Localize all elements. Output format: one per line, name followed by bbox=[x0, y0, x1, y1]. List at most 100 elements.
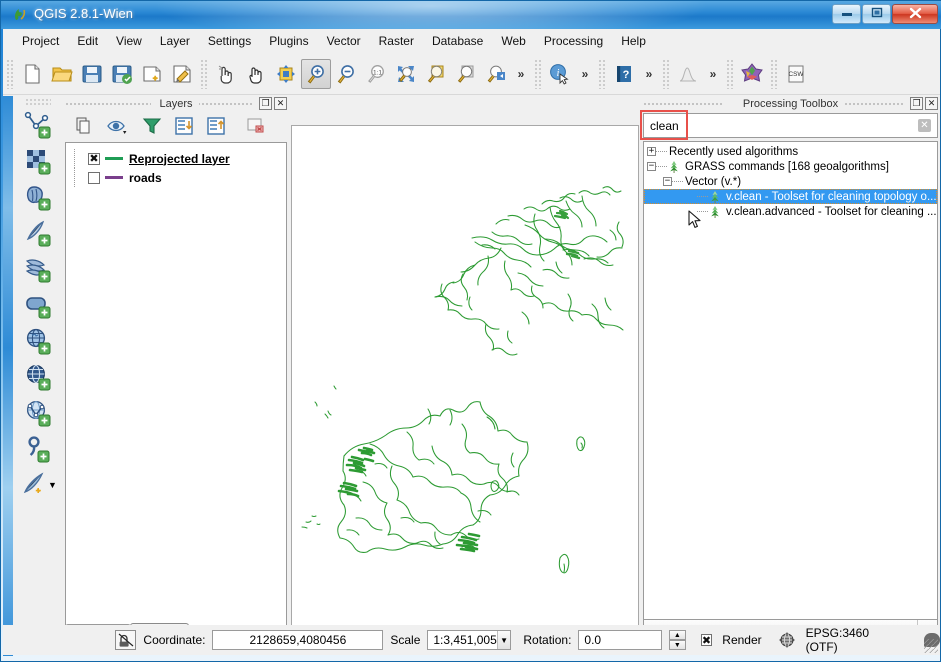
collapse-icon[interactable]: − bbox=[663, 177, 672, 186]
spinner-down-button[interactable]: ▼ bbox=[669, 640, 686, 650]
tree-item-vclean[interactable]: v.clean - Toolset for cleaning topology … bbox=[644, 189, 937, 204]
toolbar-grip[interactable] bbox=[534, 58, 542, 89]
minimize-button[interactable] bbox=[832, 4, 861, 24]
menu-plugins[interactable]: Plugins bbox=[260, 31, 317, 51]
menu-web[interactable]: Web bbox=[492, 31, 534, 51]
toolbar-overflow-1[interactable]: » bbox=[511, 59, 531, 89]
globe-icon[interactable] bbox=[779, 632, 795, 648]
toolbar-overflow-3[interactable]: » bbox=[639, 59, 659, 89]
manage-visibility-icon[interactable] bbox=[101, 113, 135, 139]
layers-tree[interactable]: ✖ Reprojected layer roads bbox=[65, 142, 287, 632]
clear-search-icon[interactable]: ✕ bbox=[918, 119, 931, 132]
histogram-icon[interactable] bbox=[673, 59, 703, 89]
pan-to-selection-icon[interactable] bbox=[271, 59, 301, 89]
menu-view[interactable]: View bbox=[107, 31, 151, 51]
menu-raster[interactable]: Raster bbox=[370, 31, 423, 51]
layer-visibility-checkbox[interactable] bbox=[88, 171, 100, 184]
new-shapefile-layer-icon[interactable]: ▼ bbox=[15, 467, 61, 503]
chevron-down-icon[interactable]: ▼ bbox=[48, 480, 57, 490]
zoom-full-icon[interactable] bbox=[391, 59, 421, 89]
new-project-icon[interactable] bbox=[17, 59, 47, 89]
layers-close-button[interactable]: ✕ bbox=[274, 97, 287, 110]
menu-project[interactable]: Project bbox=[13, 31, 68, 51]
csw-icon[interactable]: CSW bbox=[781, 59, 811, 89]
close-button[interactable] bbox=[892, 4, 938, 24]
new-print-composer-icon[interactable] bbox=[137, 59, 167, 89]
menu-layer[interactable]: Layer bbox=[151, 31, 199, 51]
expand-icon[interactable]: + bbox=[647, 147, 656, 156]
menu-processing[interactable]: Processing bbox=[535, 31, 612, 51]
toolbar-grip[interactable] bbox=[726, 58, 734, 89]
composer-manager-icon[interactable] bbox=[167, 59, 197, 89]
scale-combo[interactable]: 1:3,451,005 ▼ bbox=[427, 630, 512, 650]
toolbar-grip[interactable] bbox=[662, 58, 670, 89]
menu-settings[interactable]: Settings bbox=[199, 31, 260, 51]
map-canvas[interactable] bbox=[291, 125, 639, 652]
layer-name[interactable]: roads bbox=[129, 171, 162, 185]
add-delimited-text-layer-icon[interactable] bbox=[19, 431, 57, 467]
menu-database[interactable]: Database bbox=[423, 31, 492, 51]
toolbar-overflow-2[interactable]: » bbox=[575, 59, 595, 89]
save-project-icon[interactable] bbox=[77, 59, 107, 89]
add-mssql-layer-icon[interactable] bbox=[19, 251, 57, 287]
zoom-native-icon[interactable]: 1:1 bbox=[361, 59, 391, 89]
zoom-to-selection-icon[interactable] bbox=[421, 59, 451, 89]
add-raster-layer-icon[interactable] bbox=[19, 143, 57, 179]
processing-toolbox-titlebar[interactable]: Processing Toolbox ❐ ✕ bbox=[643, 96, 938, 112]
zoom-out-icon[interactable] bbox=[331, 59, 361, 89]
processing-search-box[interactable]: ✕ bbox=[643, 113, 938, 138]
zoom-last-icon[interactable] bbox=[481, 59, 511, 89]
maximize-button[interactable] bbox=[862, 4, 891, 24]
tree-item-recently-used[interactable]: + Recently used algorithms bbox=[644, 144, 937, 159]
add-group-icon[interactable] bbox=[69, 113, 99, 139]
rotation-spinner[interactable]: ▲ ▼ bbox=[669, 630, 686, 650]
save-project-as-icon[interactable] bbox=[107, 59, 137, 89]
zoom-in-icon[interactable] bbox=[301, 58, 331, 89]
toolbar-grip[interactable] bbox=[200, 58, 208, 89]
collapse-icon[interactable]: − bbox=[647, 162, 656, 171]
tree-item-vector[interactable]: − Vector (v.*) bbox=[644, 174, 937, 189]
toolbar-overflow-4[interactable]: » bbox=[703, 59, 723, 89]
menu-edit[interactable]: Edit bbox=[68, 31, 107, 51]
touch-zoom-icon[interactable] bbox=[211, 59, 241, 89]
filter-legend-icon[interactable] bbox=[137, 113, 167, 139]
algorithms-tree[interactable]: + Recently used algorithms − GRASS comma… bbox=[643, 141, 938, 633]
menu-help[interactable]: Help bbox=[612, 31, 655, 51]
processing-undock-button[interactable]: ❐ bbox=[910, 97, 923, 110]
toolbar-grip[interactable] bbox=[598, 58, 606, 89]
spinner-up-button[interactable]: ▲ bbox=[669, 630, 686, 640]
processing-close-button[interactable]: ✕ bbox=[925, 97, 938, 110]
crs-label[interactable]: EPSG:3460 (OTF) bbox=[806, 626, 902, 654]
coordinate-field[interactable]: 2128659,4080456 bbox=[212, 630, 384, 650]
add-wcs-layer-icon[interactable] bbox=[19, 359, 57, 395]
layer-visibility-checkbox[interactable]: ✖ bbox=[88, 152, 100, 165]
toolbar-grip[interactable] bbox=[25, 98, 51, 105]
layers-undock-button[interactable]: ❐ bbox=[259, 97, 272, 110]
add-spatialite-layer-icon[interactable] bbox=[19, 215, 57, 251]
resize-grip[interactable] bbox=[924, 639, 938, 653]
chevron-down-icon[interactable]: ▼ bbox=[496, 631, 511, 649]
layer-name[interactable]: Reprojected layer bbox=[129, 152, 230, 166]
layers-panel-titlebar[interactable]: Layers ❐ ✕ bbox=[65, 96, 287, 112]
collapse-all-icon[interactable] bbox=[201, 113, 231, 139]
add-vector-layer-icon[interactable] bbox=[19, 107, 57, 143]
add-postgis-layer-icon[interactable] bbox=[19, 179, 57, 215]
tree-item-vclean-advanced[interactable]: v.clean.advanced - Toolset for cleaning … bbox=[644, 204, 937, 219]
add-wfs-layer-icon[interactable] bbox=[19, 395, 57, 431]
search-input[interactable] bbox=[650, 118, 918, 133]
toolbar-grip[interactable] bbox=[770, 58, 778, 89]
open-project-icon[interactable] bbox=[47, 59, 77, 89]
render-checkbox[interactable]: ✖ bbox=[700, 634, 713, 646]
plugin-icon[interactable] bbox=[737, 59, 767, 89]
add-oracle-layer-icon[interactable] bbox=[19, 287, 57, 323]
expand-all-icon[interactable] bbox=[169, 113, 199, 139]
layer-row-roads[interactable]: roads bbox=[66, 168, 286, 187]
toolbar-grip[interactable] bbox=[6, 58, 14, 89]
lock-extents-icon[interactable] bbox=[115, 630, 137, 650]
pan-map-icon[interactable] bbox=[241, 59, 271, 89]
rotation-field[interactable]: 0.0 bbox=[578, 630, 663, 650]
zoom-to-layer-icon[interactable] bbox=[451, 59, 481, 89]
tree-item-grass-commands[interactable]: − GRASS commands [168 geoalgorithms] bbox=[644, 159, 937, 174]
layer-row-reprojected[interactable]: ✖ Reprojected layer bbox=[66, 149, 286, 168]
menu-vector[interactable]: Vector bbox=[318, 31, 370, 51]
